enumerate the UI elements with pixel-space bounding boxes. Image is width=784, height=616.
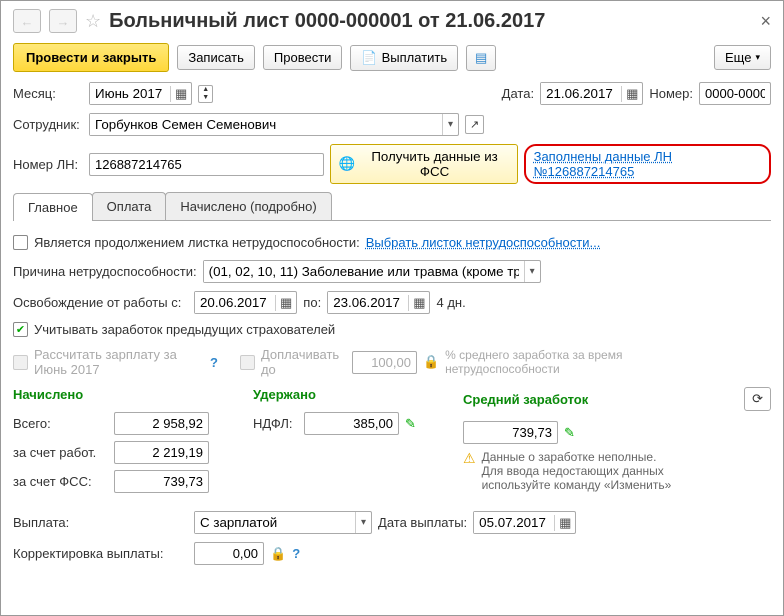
ndfl-input[interactable]	[304, 412, 399, 435]
extra-pay-checkbox	[240, 355, 255, 370]
total-input[interactable]	[114, 412, 209, 435]
avg-earn-header: Средний заработок	[463, 392, 588, 407]
lock-icon: 🔒	[423, 354, 439, 370]
payment-date-input[interactable]: ▦	[473, 511, 576, 534]
save-button[interactable]: Записать	[177, 45, 255, 70]
globe-icon: 🌐	[339, 156, 356, 172]
list-icon: ▤	[475, 50, 487, 66]
payment-dropdown[interactable]: ▾	[194, 511, 372, 534]
payment-label: Выплата:	[13, 515, 188, 530]
employee-dropdown[interactable]: ▾	[89, 113, 459, 136]
toolbar: Провести и закрыть Записать Провести 📄Вы…	[13, 43, 771, 72]
prev-earn-checkbox[interactable]: ✔	[13, 322, 28, 337]
calendar-icon[interactable]: ▦	[621, 86, 642, 102]
employer-label: за счет работ.	[13, 445, 108, 460]
calendar-icon[interactable]: ▦	[275, 295, 296, 311]
list-button[interactable]: ▤	[466, 45, 496, 71]
payment-date-label: Дата выплаты:	[378, 515, 467, 530]
help-icon[interactable]: ?	[292, 546, 300, 561]
chevron-down-icon[interactable]: ▾	[442, 114, 458, 135]
total-label: Всего:	[13, 416, 108, 431]
submit-close-button[interactable]: Провести и закрыть	[13, 43, 169, 72]
favorite-star-icon[interactable]: ☆	[85, 11, 101, 32]
pencil-icon[interactable]: ✎	[405, 416, 416, 432]
open-employee-button[interactable]: ↗	[465, 115, 484, 134]
fss-part-input[interactable]	[114, 470, 209, 493]
release-label: Освобождение от работы с:	[13, 295, 188, 310]
days-count: 4 дн.	[436, 295, 465, 310]
fss-fetch-button[interactable]: 🌐 Получить данные из ФСС	[330, 144, 518, 184]
ln-input[interactable]	[89, 153, 324, 176]
release-to-input[interactable]: ▦	[327, 291, 430, 314]
date-input[interactable]: ▦	[540, 82, 643, 105]
warn-line2: Для ввода недостающих данных	[482, 464, 672, 478]
number-label: Номер:	[649, 86, 693, 101]
chevron-down-icon[interactable]: ▾	[355, 512, 371, 533]
calendar-icon[interactable]: ▦	[170, 86, 191, 102]
calendar-icon[interactable]: ▦	[408, 295, 429, 311]
reason-label: Причина нетрудоспособности:	[13, 264, 197, 279]
reason-dropdown[interactable]: ▾	[203, 260, 541, 283]
nav-forward-button[interactable]: →	[49, 9, 77, 33]
month-spinner[interactable]: ▲▼	[198, 85, 213, 103]
help-icon[interactable]: ?	[210, 355, 218, 370]
fss-data-link[interactable]: Заполнены данные ЛН №126887214765	[524, 144, 771, 184]
date-label: Дата:	[502, 86, 534, 101]
warn-line3: используйте команду «Изменить»	[482, 478, 672, 492]
correction-label: Корректировка выплаты:	[13, 546, 188, 561]
chevron-down-icon[interactable]: ▾	[524, 261, 540, 282]
percent-label: % среднего заработка за время нетрудоспо…	[445, 348, 665, 376]
tab-payment[interactable]: Оплата	[92, 192, 167, 220]
warn-line1: Данные о заработке неполные.	[482, 450, 672, 464]
employee-label: Сотрудник:	[13, 117, 83, 132]
calc-salary-label: Рассчитать зарплату за Июнь 2017	[34, 347, 204, 377]
more-button[interactable]: Еще ▾	[714, 45, 771, 70]
number-input[interactable]	[699, 82, 771, 105]
submit-button[interactable]: Провести	[263, 45, 343, 70]
percent-input	[352, 351, 417, 374]
tab-main[interactable]: Главное	[13, 193, 93, 221]
to-label: по:	[303, 295, 321, 310]
pencil-icon[interactable]: ✎	[564, 425, 575, 441]
document-icon: 📄	[361, 50, 377, 66]
correction-input[interactable]	[194, 542, 264, 565]
fss-part-label: за счет ФСС:	[13, 474, 108, 489]
avg-earn-input[interactable]	[463, 421, 558, 444]
refresh-button[interactable]: ⟳	[744, 387, 771, 411]
month-input[interactable]: ▦	[89, 82, 192, 105]
ln-label: Номер ЛН:	[13, 157, 83, 172]
calc-salary-checkbox	[13, 355, 28, 370]
nav-back-button[interactable]: ←	[13, 9, 41, 33]
release-from-input[interactable]: ▦	[194, 291, 297, 314]
prev-earn-label: Учитывать заработок предыдущих страховат…	[34, 322, 335, 337]
month-label: Месяц:	[13, 86, 83, 101]
calendar-icon[interactable]: ▦	[554, 515, 575, 531]
ndfl-label: НДФЛ:	[253, 416, 298, 431]
pay-button[interactable]: 📄Выплатить	[350, 45, 458, 71]
window-title: Больничный лист 0000-000001 от 21.06.201…	[109, 10, 752, 33]
continuation-checkbox[interactable]	[13, 235, 28, 250]
withheld-header: Удержано	[253, 387, 453, 402]
accrued-header: Начислено	[13, 387, 243, 402]
extra-pay-label: Доплачивать до	[261, 347, 346, 377]
tabs: Главное Оплата Начислено (подробно)	[13, 192, 771, 221]
close-icon[interactable]: ×	[760, 11, 771, 32]
continuation-label: Является продолжением листка нетрудоспос…	[34, 235, 360, 250]
tab-detailed[interactable]: Начислено (подробно)	[165, 192, 331, 220]
select-sheet-link[interactable]: Выбрать листок нетрудоспособности...	[366, 235, 601, 250]
titlebar: ← → ☆ Больничный лист 0000-000001 от 21.…	[13, 9, 771, 33]
warning-icon: ⚠	[463, 450, 476, 492]
lock-icon: 🔒	[270, 546, 286, 562]
employer-input[interactable]	[114, 441, 209, 464]
